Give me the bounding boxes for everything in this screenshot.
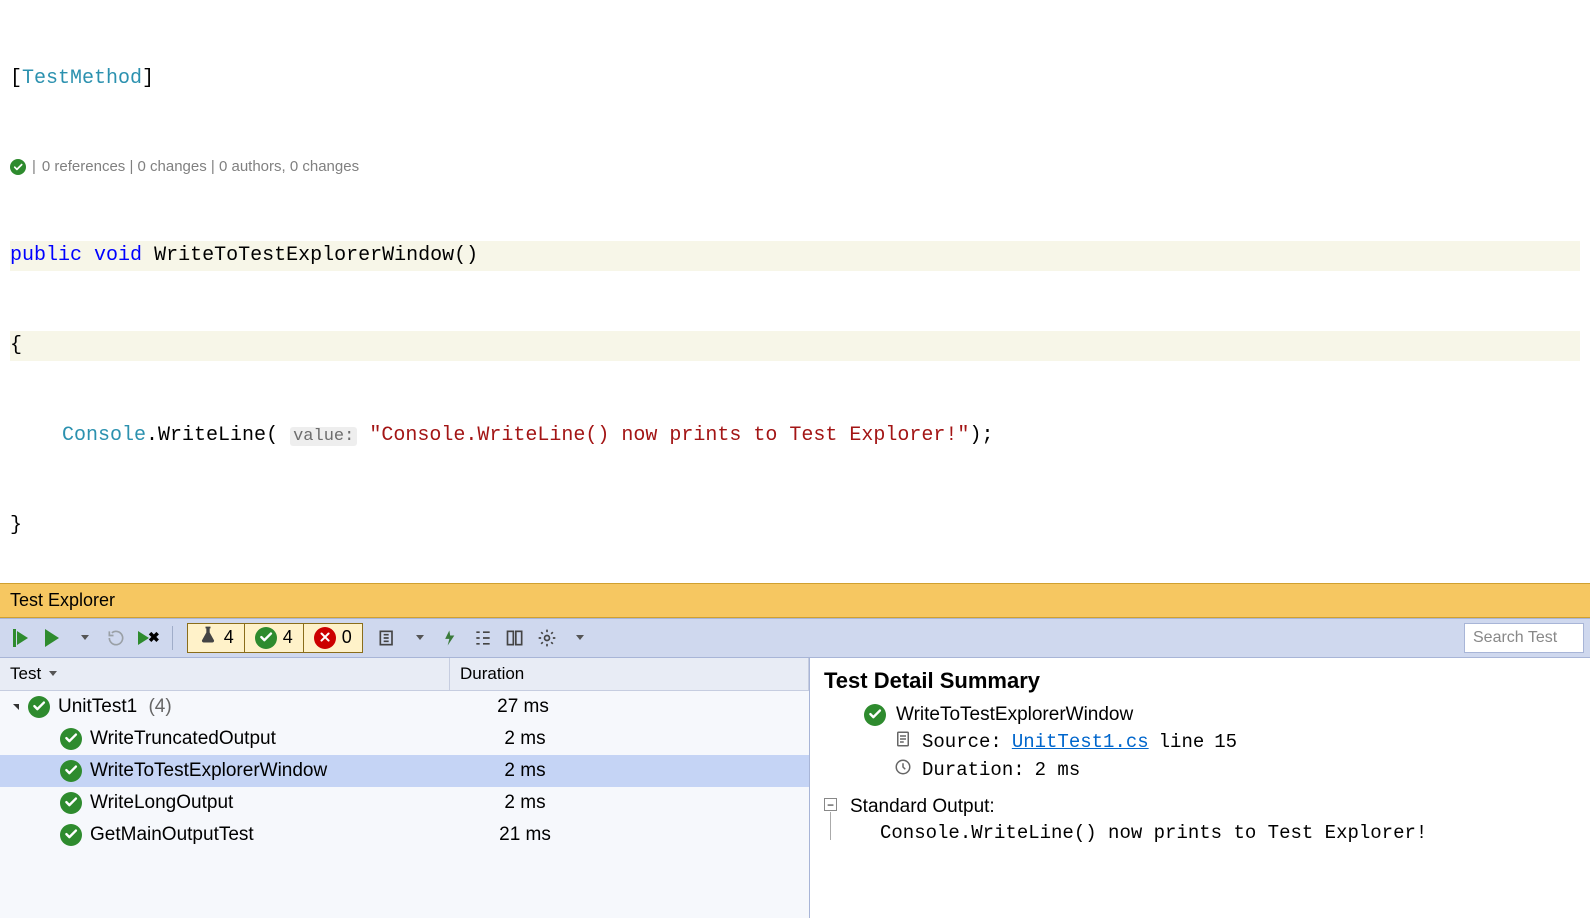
flask-icon [198, 625, 218, 650]
pass-icon [60, 792, 82, 814]
bracket-open: [ [10, 67, 22, 90]
detail-duration-row: Duration: 2 ms [854, 758, 1576, 782]
live-test-button[interactable] [437, 624, 465, 652]
stdout-block: − Standard Output: Console.WriteLine() n… [824, 796, 1576, 844]
repeat-last-run-button[interactable] [102, 624, 130, 652]
toolbar-separator [172, 626, 173, 650]
columns-button[interactable] [501, 624, 529, 652]
test-explorer-toolbar: ✖ 4 4 0 Search Test [0, 618, 1590, 658]
bracket-close: ] [142, 67, 154, 90]
search-input[interactable]: Search Test [1464, 623, 1584, 653]
attribute-name: TestMethod [22, 67, 142, 90]
test-group-row[interactable]: UnitTest1 (4) 27 ms [0, 691, 809, 723]
stdout-label: Standard Output: [850, 796, 1427, 818]
detail-source-row: Source: UnitTest1.cs line 15 [854, 730, 1576, 754]
column-test[interactable]: Test [0, 658, 450, 690]
test-name: WriteTruncatedOutput [90, 728, 450, 750]
group-count: (4) [148, 696, 171, 717]
code-editor[interactable]: [TestMethod] | 0 references | 0 changes … [0, 0, 1590, 583]
test-explorer-body: Test Duration UnitTest1 (4) 27 ms WriteT… [0, 658, 1590, 918]
test-explorer-title: Test Explorer [10, 590, 115, 610]
source-line: 15 [1214, 731, 1237, 753]
collapse-toggle[interactable]: − [824, 798, 837, 811]
fail-icon [314, 627, 336, 649]
test-pass-icon [10, 159, 26, 175]
stdout-text: Console.WriteLine() now prints to Test E… [880, 822, 1427, 844]
test-detail-panel: Test Detail Summary WriteToTestExplorerW… [810, 658, 1590, 918]
test-tree: UnitTest1 (4) 27 ms WriteTruncatedOutput… [0, 691, 809, 851]
duration-label: Duration: [922, 759, 1025, 781]
detail-test-name-row: WriteToTestExplorerWindow [824, 704, 1576, 726]
test-duration: 2 ms [450, 792, 600, 814]
test-name: WriteLongOutput [90, 792, 450, 814]
source-label: Source: [922, 731, 1002, 753]
sort-icon [49, 671, 57, 676]
total-tests-count[interactable]: 4 [188, 624, 245, 652]
pass-icon [255, 627, 277, 649]
pass-icon [60, 760, 82, 782]
playlist-dropdown[interactable] [405, 624, 433, 652]
detail-heading: Test Detail Summary [824, 668, 1576, 694]
search-placeholder: Search Test [1473, 629, 1557, 647]
codelens-row[interactable]: | 0 references | 0 changes | 0 authors, … [10, 156, 1580, 179]
source-file-link[interactable]: UnitTest1.cs [1012, 731, 1149, 753]
playlist-button[interactable] [373, 624, 401, 652]
brace-close-line: } [10, 511, 1580, 541]
pass-icon [28, 696, 50, 718]
test-row[interactable]: WriteTruncatedOutput 2 ms [0, 723, 809, 755]
test-row[interactable]: WriteLongOutput 2 ms [0, 787, 809, 819]
test-duration: 21 ms [450, 824, 600, 846]
codelens-text[interactable]: 0 references | 0 changes | 0 authors, 0 … [42, 156, 359, 179]
source-line-prefix: line [1159, 731, 1205, 753]
test-explorer-title-bar[interactable]: Test Explorer [0, 583, 1590, 618]
failed-tests-count[interactable]: 0 [304, 624, 362, 652]
attribute-line: [TestMethod] [10, 64, 1580, 94]
test-name: GetMainOutputTest [90, 824, 450, 846]
document-icon [894, 730, 912, 754]
column-duration[interactable]: Duration [450, 658, 809, 690]
test-tree-panel: Test Duration UnitTest1 (4) 27 ms WriteT… [0, 658, 810, 918]
run-failed-button[interactable]: ✖ [134, 624, 164, 652]
test-name: WriteToTestExplorerWindow [90, 760, 450, 782]
method-name: WriteToTestExplorerWindow [154, 244, 454, 267]
test-row[interactable]: WriteToTestExplorerWindow 2 ms [0, 755, 809, 787]
expand-toggle[interactable] [10, 701, 22, 713]
brace-open-line: { [10, 331, 1580, 361]
run-dropdown[interactable] [70, 624, 98, 652]
settings-dropdown[interactable] [565, 624, 593, 652]
passed-tests-count[interactable]: 4 [245, 624, 304, 652]
group-duration: 27 ms [448, 696, 598, 718]
grid-header: Test Duration [0, 658, 809, 691]
group-by-button[interactable] [469, 624, 497, 652]
pass-icon [864, 704, 886, 726]
param-hint: value: [290, 427, 357, 446]
test-row[interactable]: GetMainOutputTest 21 ms [0, 819, 809, 851]
detail-test-name: WriteToTestExplorerWindow [896, 704, 1133, 726]
settings-button[interactable] [533, 624, 561, 652]
clock-icon [894, 758, 912, 782]
test-counts-group: 4 4 0 [187, 623, 363, 653]
test-duration: 2 ms [450, 760, 600, 782]
pass-icon [60, 728, 82, 750]
pass-icon [60, 824, 82, 846]
group-name: UnitTest1 [58, 696, 137, 717]
run-button[interactable] [38, 624, 66, 652]
test-duration: 2 ms [450, 728, 600, 750]
method-signature-line: public void WriteToTestExplorerWindow() [10, 241, 1580, 271]
run-all-button[interactable] [6, 624, 34, 652]
string-literal: "Console.WriteLine() now prints to Test … [369, 424, 969, 447]
body-line: Console.WriteLine( value: "Console.Write… [10, 421, 1580, 451]
duration-value: 2 ms [1035, 759, 1081, 781]
